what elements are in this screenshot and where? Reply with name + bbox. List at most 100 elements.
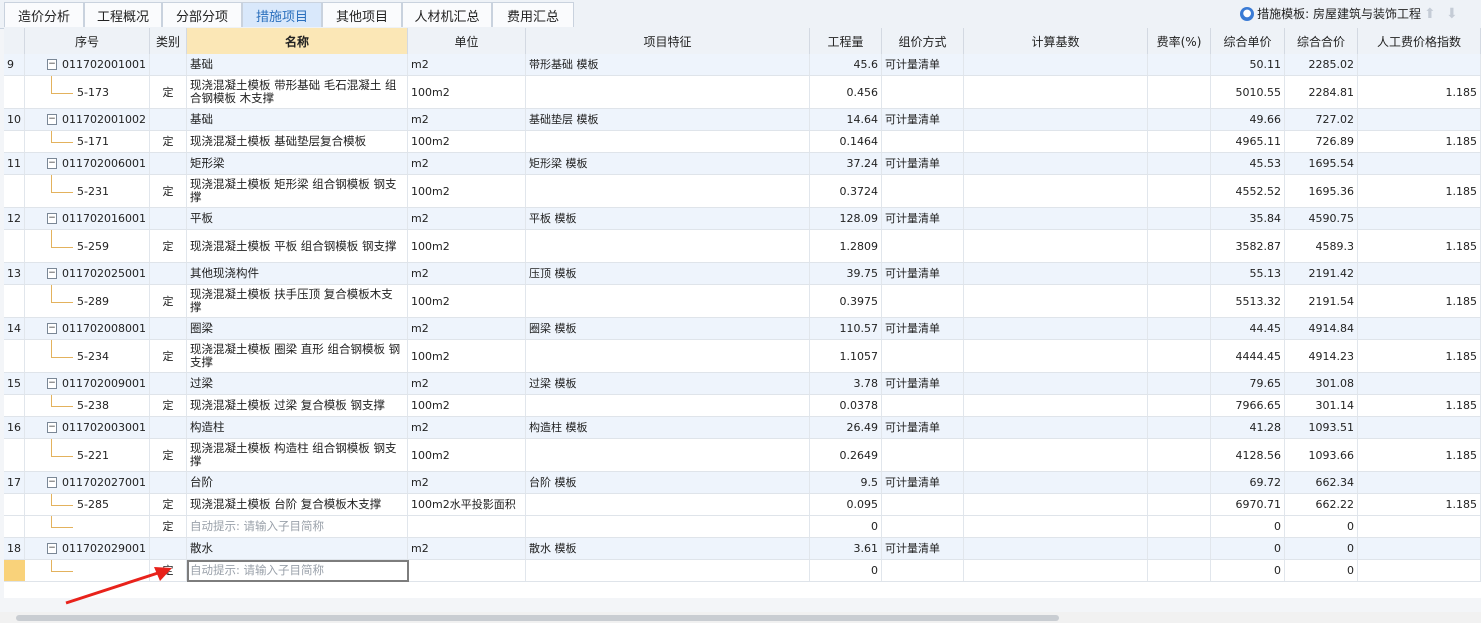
labor-index-cell[interactable]: 1.185 bbox=[1358, 285, 1481, 317]
calc-base-cell[interactable] bbox=[964, 472, 1148, 493]
total-price-cell[interactable]: 2191.54 bbox=[1285, 285, 1358, 317]
seq-cell[interactable]: −011702027001 bbox=[25, 472, 150, 493]
total-price-cell[interactable]: 726.89 bbox=[1285, 131, 1358, 152]
header-quantity[interactable]: 工程量 bbox=[810, 28, 882, 54]
total-price-cell[interactable]: 2285.02 bbox=[1285, 54, 1358, 75]
labor-index-cell[interactable]: 1.185 bbox=[1358, 439, 1481, 471]
table-row[interactable]: 18 −011702029001 散水 m2 散水 模板 3.61 可计量清单 0 0 bbox=[4, 538, 1481, 560]
tab-project-overview[interactable]: 工程概况 bbox=[84, 2, 162, 27]
name-cell[interactable]: 现浇混凝土模板 过梁 复合模板 钢支撑 bbox=[187, 395, 408, 416]
collapse-icon[interactable]: − bbox=[47, 59, 58, 70]
calc-base-cell[interactable] bbox=[964, 373, 1148, 394]
calc-base-cell[interactable] bbox=[964, 395, 1148, 416]
calc-base-cell[interactable] bbox=[964, 208, 1148, 229]
labor-index-cell[interactable]: 1.185 bbox=[1358, 395, 1481, 416]
rate-cell[interactable] bbox=[1148, 494, 1211, 515]
quantity-cell[interactable]: 0.3724 bbox=[810, 175, 882, 207]
pricing-method-cell[interactable]: 可计量清单 bbox=[882, 153, 964, 174]
labor-index-cell[interactable] bbox=[1358, 417, 1481, 438]
total-price-cell[interactable]: 662.22 bbox=[1285, 494, 1358, 515]
quantity-cell[interactable]: 3.78 bbox=[810, 373, 882, 394]
total-price-cell[interactable]: 1093.66 bbox=[1285, 439, 1358, 471]
header-calc-base[interactable]: 计算基数 bbox=[964, 28, 1148, 54]
quantity-cell[interactable]: 45.6 bbox=[810, 54, 882, 75]
name-cell[interactable]: 构造柱 bbox=[187, 417, 408, 438]
type-cell[interactable] bbox=[150, 208, 187, 229]
calc-base-cell[interactable] bbox=[964, 153, 1148, 174]
pricing-method-cell[interactable]: 可计量清单 bbox=[882, 54, 964, 75]
labor-index-cell[interactable]: 1.185 bbox=[1358, 340, 1481, 372]
move-up-icon[interactable]: ⬆ bbox=[1424, 6, 1436, 22]
unit-price-cell[interactable]: 41.28 bbox=[1211, 417, 1285, 438]
name-cell[interactable]: 现浇混凝土模板 扶手压顶 复合模板木支撑 bbox=[187, 285, 408, 317]
name-cell[interactable]: 现浇混凝土模板 矩形梁 组合钢模板 钢支撑 bbox=[187, 175, 408, 207]
table-row[interactable]: 12 −011702016001 平板 m2 平板 模板 128.09 可计量清单 35.84… bbox=[4, 208, 1481, 230]
calc-base-cell[interactable] bbox=[964, 417, 1148, 438]
rate-cell[interactable] bbox=[1148, 373, 1211, 394]
pricing-method-cell[interactable]: 可计量清单 bbox=[882, 538, 964, 559]
feature-cell[interactable]: 散水 模板 bbox=[526, 538, 810, 559]
tab-measures[interactable]: 措施项目 bbox=[242, 2, 322, 27]
feature-cell[interactable]: 构造柱 模板 bbox=[526, 417, 810, 438]
total-price-cell[interactable]: 4914.23 bbox=[1285, 340, 1358, 372]
pricing-method-cell[interactable]: 可计量清单 bbox=[882, 109, 964, 130]
type-cell[interactable]: 定 bbox=[150, 76, 187, 108]
type-cell[interactable]: 定 bbox=[150, 395, 187, 416]
unit-price-cell[interactable]: 0 bbox=[1211, 516, 1285, 537]
collapse-icon[interactable]: − bbox=[47, 158, 58, 169]
seq-cell[interactable]: 5-173 bbox=[25, 76, 150, 108]
collapse-icon[interactable]: − bbox=[47, 422, 58, 433]
name-cell[interactable]: 现浇混凝土模板 构造柱 组合钢模板 钢支撑 bbox=[187, 439, 408, 471]
labor-index-cell[interactable] bbox=[1358, 516, 1481, 537]
unit-price-cell[interactable]: 49.66 bbox=[1211, 109, 1285, 130]
calc-base-cell[interactable] bbox=[964, 109, 1148, 130]
quantity-cell[interactable]: 110.57 bbox=[810, 318, 882, 339]
unit-price-cell[interactable]: 79.65 bbox=[1211, 373, 1285, 394]
pricing-method-cell[interactable]: 可计量清单 bbox=[882, 472, 964, 493]
labor-index-cell[interactable]: 1.185 bbox=[1358, 131, 1481, 152]
rate-cell[interactable] bbox=[1148, 285, 1211, 317]
type-cell[interactable]: 定 bbox=[150, 494, 187, 515]
feature-cell[interactable]: 基础垫层 模板 bbox=[526, 109, 810, 130]
quantity-cell[interactable]: 0.1464 bbox=[810, 131, 882, 152]
tab-other-items[interactable]: 其他项目 bbox=[322, 2, 402, 27]
seq-cell[interactable]: 5-285 bbox=[25, 494, 150, 515]
name-cell[interactable]: 圈梁 bbox=[187, 318, 408, 339]
calc-base-cell[interactable] bbox=[964, 76, 1148, 108]
name-cell[interactable]: 基础 bbox=[187, 109, 408, 130]
header-total-price[interactable]: 综合合价 bbox=[1285, 28, 1358, 54]
quantity-cell[interactable]: 3.61 bbox=[810, 538, 882, 559]
total-price-cell[interactable]: 2191.42 bbox=[1285, 263, 1358, 284]
name-cell[interactable]: 平板 bbox=[187, 208, 408, 229]
unit-cell[interactable]: 100m2 bbox=[408, 439, 526, 471]
feature-cell[interactable]: 矩形梁 模板 bbox=[526, 153, 810, 174]
seq-cell[interactable]: 5-234 bbox=[25, 340, 150, 372]
type-cell[interactable]: 定 bbox=[150, 175, 187, 207]
unit-cell[interactable]: 100m2水平投影面积 bbox=[408, 494, 526, 515]
pricing-method-cell[interactable] bbox=[882, 395, 964, 416]
pricing-method-cell[interactable] bbox=[882, 494, 964, 515]
total-price-cell[interactable]: 0 bbox=[1285, 516, 1358, 537]
pricing-method-cell[interactable]: 可计量清单 bbox=[882, 373, 964, 394]
name-cell[interactable]: 矩形梁 bbox=[187, 153, 408, 174]
table-row[interactable]: 5-238 定 现浇混凝土模板 过梁 复合模板 钢支撑 100m2 0.0378 7966… bbox=[4, 395, 1481, 417]
unit-cell[interactable]: m2 bbox=[408, 373, 526, 394]
feature-cell[interactable] bbox=[526, 340, 810, 372]
unit-cell[interactable]: m2 bbox=[408, 318, 526, 339]
calc-base-cell[interactable] bbox=[964, 439, 1148, 471]
feature-cell[interactable] bbox=[526, 76, 810, 108]
name-cell[interactable]: 现浇混凝土模板 台阶 复合模板木支撑 bbox=[187, 494, 408, 515]
header-unit-price[interactable]: 综合单价 bbox=[1211, 28, 1285, 54]
table-row[interactable]: 5-234 定 现浇混凝土模板 圈梁 直形 组合钢模板 钢支撑 100m2 1.1057… bbox=[4, 340, 1481, 373]
pricing-method-cell[interactable] bbox=[882, 340, 964, 372]
seq-cell[interactable]: −011702008001 bbox=[25, 318, 150, 339]
feature-cell[interactable]: 压顶 模板 bbox=[526, 263, 810, 284]
type-cell[interactable] bbox=[150, 153, 187, 174]
total-price-cell[interactable]: 301.08 bbox=[1285, 373, 1358, 394]
feature-cell[interactable]: 台阶 模板 bbox=[526, 472, 810, 493]
unit-cell[interactable]: m2 bbox=[408, 153, 526, 174]
feature-cell[interactable]: 平板 模板 bbox=[526, 208, 810, 229]
quantity-cell[interactable]: 0.095 bbox=[810, 494, 882, 515]
labor-index-cell[interactable] bbox=[1358, 538, 1481, 559]
feature-cell[interactable] bbox=[526, 175, 810, 207]
